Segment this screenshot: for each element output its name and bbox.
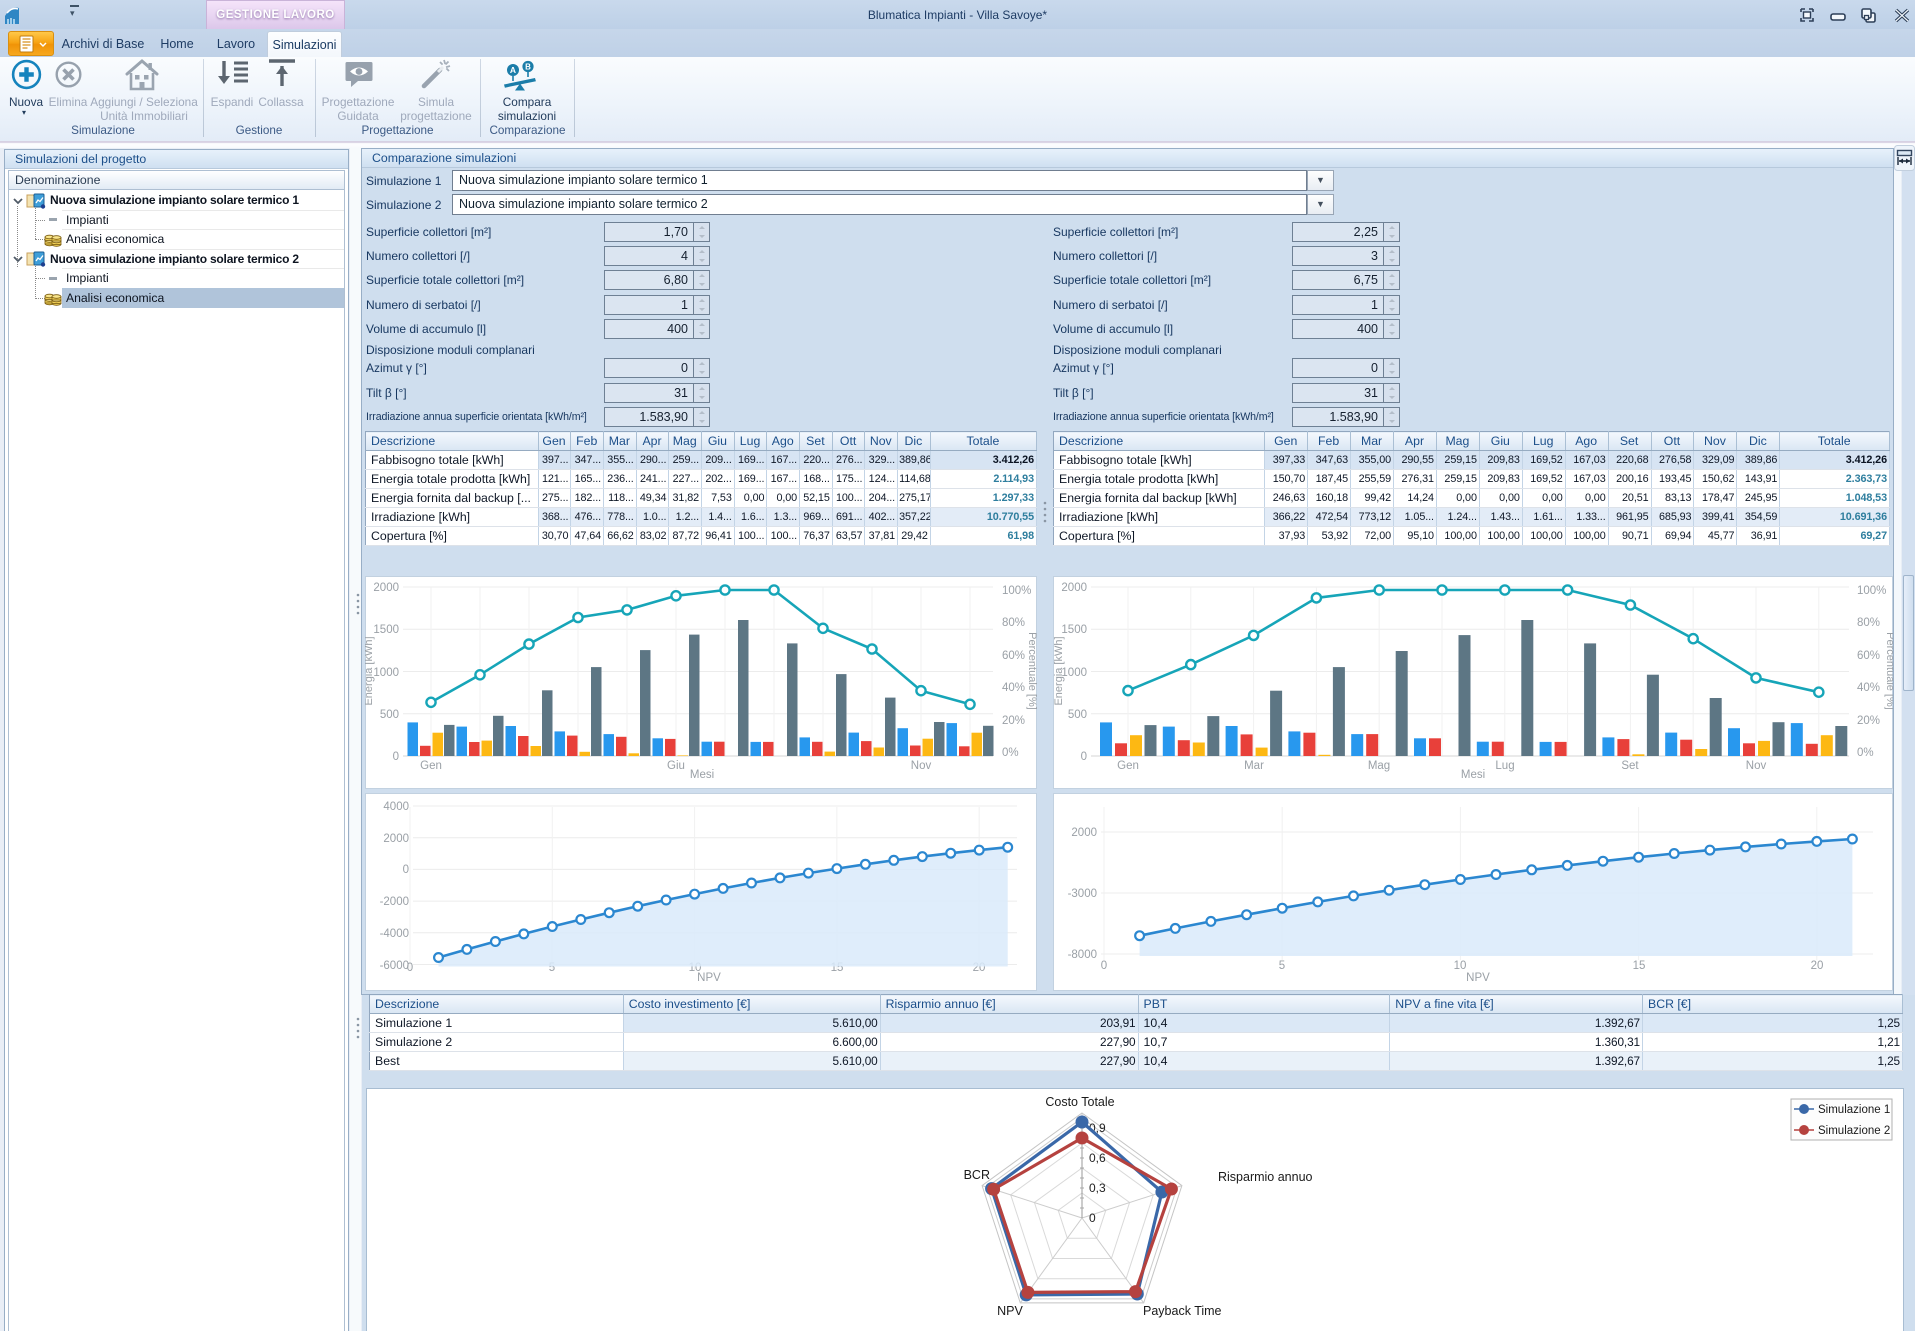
svg-text:500: 500: [1068, 709, 1087, 721]
svg-text:1000: 1000: [373, 667, 399, 679]
svg-text:0: 0: [1081, 751, 1087, 763]
svg-text:10: 10: [1454, 960, 1467, 972]
svg-text:Costo Totale: Costo Totale: [1045, 1095, 1114, 1109]
svg-text:0%: 0%: [1857, 747, 1874, 759]
svg-text:Mag: Mag: [1368, 760, 1390, 772]
svg-text:BCR: BCR: [964, 1168, 990, 1182]
svg-text:-6000: -6000: [380, 960, 409, 972]
svg-text:Nov: Nov: [1746, 760, 1767, 772]
svg-text:40%: 40%: [1857, 682, 1880, 694]
svg-text:Mar: Mar: [1244, 760, 1264, 772]
svg-text:0,3: 0,3: [1089, 1181, 1106, 1195]
svg-text:80%: 80%: [1857, 617, 1880, 629]
svg-text:NPV: NPV: [697, 972, 721, 984]
svg-text:Simulazione 1: Simulazione 1: [1818, 1104, 1890, 1116]
svg-text:2000: 2000: [1061, 582, 1087, 594]
svg-text:40%: 40%: [1002, 682, 1025, 694]
svg-text:-4000: -4000: [380, 928, 409, 940]
svg-text:100%: 100%: [1857, 585, 1886, 597]
svg-text:Percentuale [%]: Percentuale [%]: [1884, 632, 1893, 710]
svg-text:4000: 4000: [383, 801, 409, 813]
svg-text:0: 0: [1101, 960, 1107, 972]
svg-text:500: 500: [380, 709, 399, 721]
svg-text:100%: 100%: [1002, 585, 1031, 597]
svg-text:-3000: -3000: [1068, 888, 1097, 900]
svg-text:1500: 1500: [1061, 624, 1087, 636]
svg-text:-8000: -8000: [1068, 949, 1097, 961]
svg-text:15: 15: [1633, 960, 1646, 972]
svg-text:Payback Time: Payback Time: [1143, 1304, 1222, 1318]
svg-text:Lug: Lug: [1495, 760, 1514, 772]
svg-text:2000: 2000: [373, 582, 399, 594]
svg-text:1000: 1000: [1061, 667, 1087, 679]
svg-text:0,9: 0,9: [1089, 1121, 1106, 1135]
svg-text:0: 0: [1089, 1211, 1096, 1225]
svg-text:NPV: NPV: [997, 1304, 1023, 1318]
svg-text:2000: 2000: [383, 833, 409, 845]
svg-text:0: 0: [393, 751, 399, 763]
svg-text:60%: 60%: [1857, 650, 1880, 662]
svg-text:Mesi: Mesi: [1461, 769, 1485, 781]
svg-text:5: 5: [1279, 960, 1285, 972]
svg-text:Mesi: Mesi: [690, 769, 714, 781]
svg-text:Nov: Nov: [911, 760, 932, 772]
svg-text:2000: 2000: [1071, 827, 1097, 839]
svg-text:-2000: -2000: [380, 896, 409, 908]
svg-text:20: 20: [1811, 960, 1824, 972]
svg-text:0%: 0%: [1002, 747, 1019, 759]
svg-text:20%: 20%: [1857, 715, 1880, 727]
svg-text:Risparmio annuo: Risparmio annuo: [1218, 1170, 1313, 1184]
svg-text:80%: 80%: [1002, 617, 1025, 629]
svg-text:Percentuale [%]: Percentuale [%]: [1026, 632, 1037, 710]
svg-text:20%: 20%: [1002, 715, 1025, 727]
svg-text:0: 0: [403, 864, 409, 876]
svg-text:NPV: NPV: [1466, 972, 1490, 984]
svg-text:Simulazione 2: Simulazione 2: [1818, 1125, 1890, 1137]
svg-text:0,6: 0,6: [1089, 1151, 1106, 1165]
svg-text:Gen: Gen: [420, 760, 442, 772]
svg-text:60%: 60%: [1002, 650, 1025, 662]
svg-text:Set: Set: [1621, 760, 1639, 772]
svg-text:Gen: Gen: [1117, 760, 1139, 772]
svg-text:Giu: Giu: [667, 760, 685, 772]
svg-text:Energia [kWh]: Energia [kWh]: [365, 636, 375, 705]
svg-text:B: B: [525, 63, 531, 72]
svg-text:0: 0: [407, 962, 413, 974]
svg-text:1500: 1500: [373, 624, 399, 636]
svg-text:Energia [kWh]: Energia [kWh]: [1053, 636, 1065, 705]
svg-text:A: A: [510, 65, 516, 75]
